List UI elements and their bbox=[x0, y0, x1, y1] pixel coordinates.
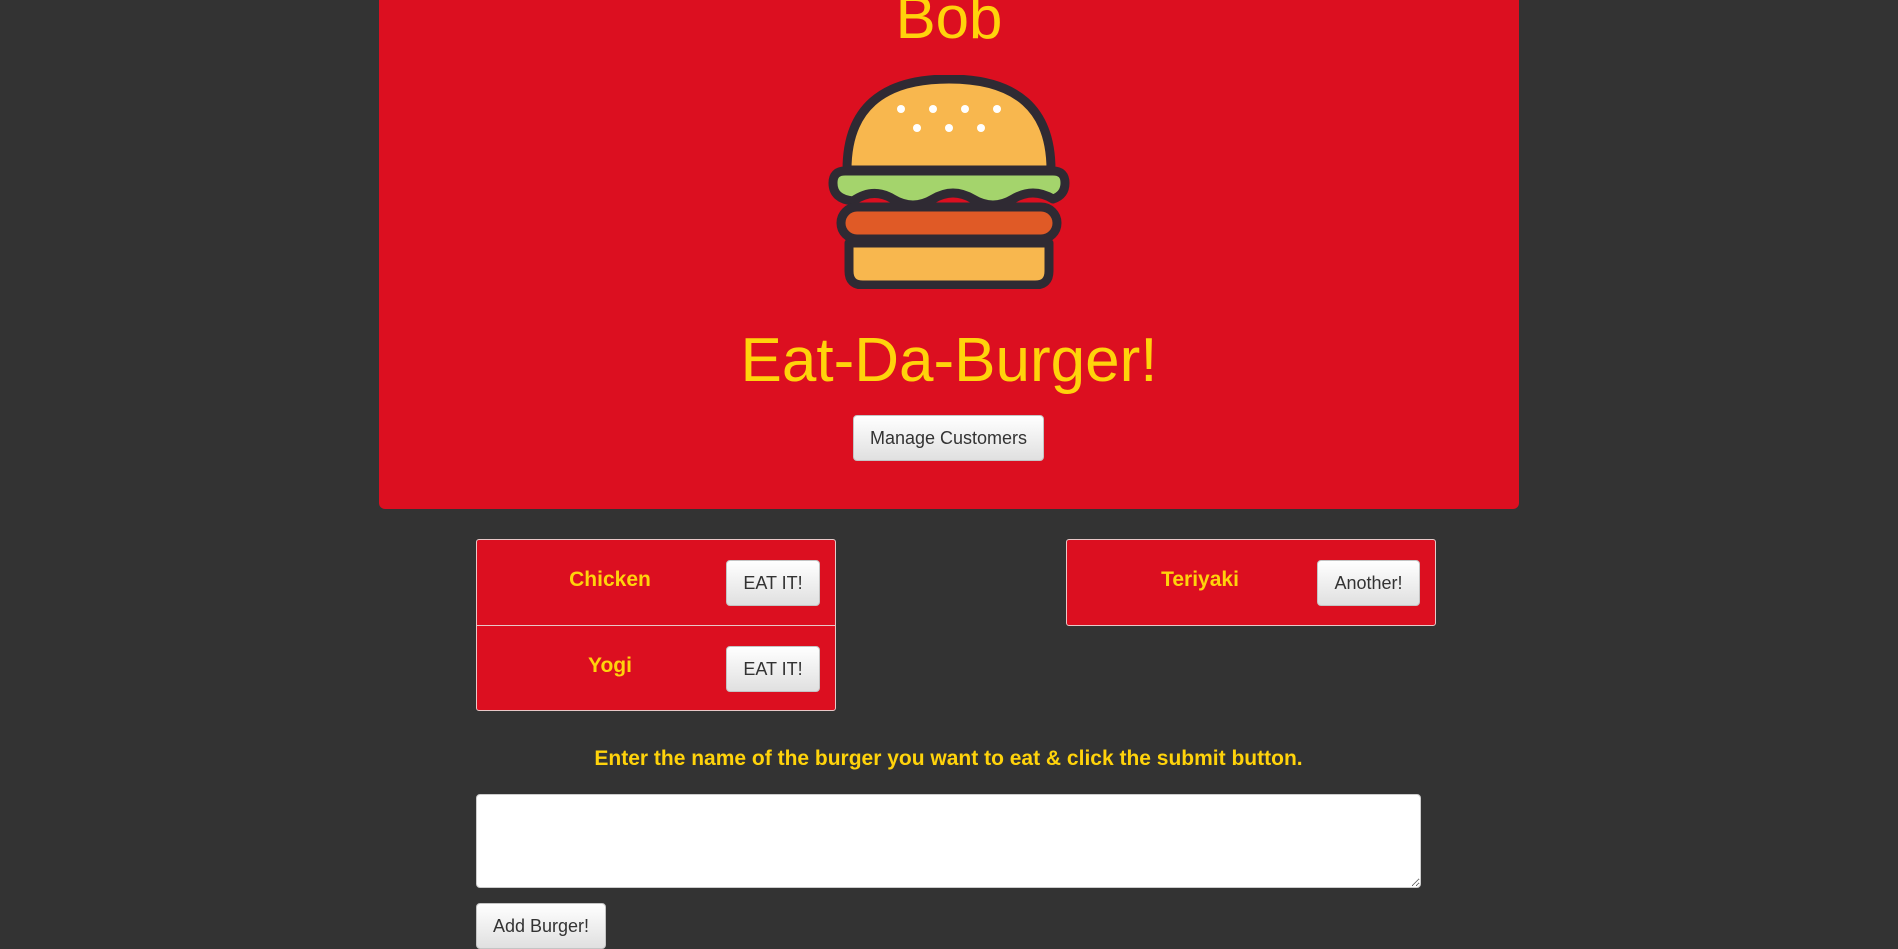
uneaten-burger-list: Chicken EAT IT! Yogi EAT IT! bbox=[476, 539, 836, 711]
manage-customers-button[interactable]: Manage Customers bbox=[853, 415, 1044, 461]
add-burger-button[interactable]: Add Burger! bbox=[476, 903, 606, 949]
eat-it-button[interactable]: EAT IT! bbox=[726, 646, 820, 692]
list-item: Yogi EAT IT! bbox=[477, 625, 835, 710]
list-item: Teriyaki Another! bbox=[1067, 540, 1435, 625]
burger-icon bbox=[828, 75, 1070, 289]
another-button[interactable]: Another! bbox=[1317, 560, 1420, 606]
customer-name: Bob bbox=[895, 0, 1003, 51]
eaten-burger-list: Teriyaki Another! bbox=[1066, 539, 1436, 626]
burger-name-input[interactable] bbox=[476, 794, 1421, 888]
burger-name: Chicken bbox=[569, 568, 651, 591]
header-jumbotron: Bob Eat-Da-Burger! Manage Customers bbox=[379, 0, 1519, 509]
app-title: Eat-Da-Burger! bbox=[740, 326, 1158, 395]
burger-name: Yogi bbox=[588, 654, 632, 677]
form-instructions: Enter the name of the burger you want to… bbox=[594, 747, 1303, 770]
list-item: Chicken EAT IT! bbox=[477, 540, 835, 625]
eat-it-button[interactable]: EAT IT! bbox=[726, 560, 820, 606]
burger-name: Teriyaki bbox=[1161, 568, 1239, 591]
